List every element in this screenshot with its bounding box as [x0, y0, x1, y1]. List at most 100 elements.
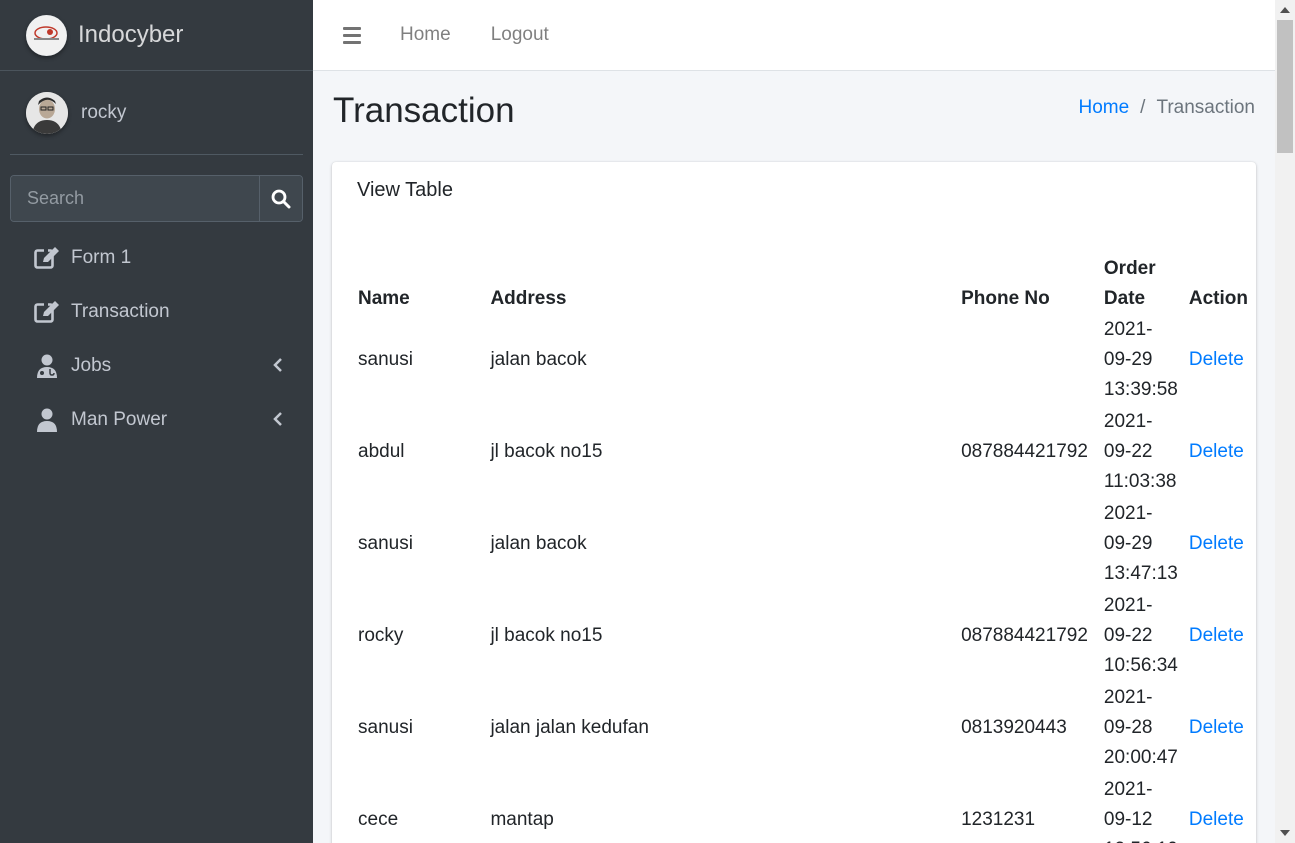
cell-address: jl bacok no15	[490, 625, 603, 646]
cell-order-date-line1: 2021-	[1103, 595, 1153, 616]
cell-order-date-line3: 13:47:13	[1103, 563, 1178, 584]
cell-phone: 087884421792	[961, 441, 1088, 462]
cell-order-date-line3: 13:39:58	[1103, 379, 1178, 400]
scrollbar-thumb[interactable]	[1277, 20, 1293, 153]
delete-link[interactable]: Delete	[1189, 349, 1244, 370]
scroll-up-arrow-icon[interactable]	[1280, 7, 1290, 13]
column-header-phone: Phone No	[961, 288, 1050, 309]
column-header-order-date-line1: Order	[1103, 258, 1156, 279]
sidebar-nav: Form 1 Transaction Jobs Man Power	[0, 231, 313, 447]
cell-order-date-line3: 20:00:47	[1103, 747, 1178, 768]
table-row: sanusi jalan bacok 2021- 09-29 13:47:13 …	[350, 498, 1256, 590]
card-title: View Table	[357, 179, 453, 201]
cell-order-date-line2: 09-28	[1103, 717, 1153, 738]
brand-logo-icon	[26, 14, 67, 56]
column-header-action: Action	[1188, 288, 1248, 309]
table-row: sanusi jalan bacok 2021- 09-29 13:39:58 …	[350, 314, 1256, 406]
cell-order-date-line2: 09-12	[1103, 809, 1153, 830]
sidebar-item-label: Jobs	[71, 355, 112, 376]
delete-link[interactable]: Delete	[1189, 717, 1244, 738]
breadcrumb-home-link[interactable]: Home	[1078, 97, 1129, 119]
search-icon	[271, 189, 291, 208]
cell-order-date: 2021- 09-22 11:03:38	[1096, 406, 1181, 498]
user-doctor-icon	[34, 353, 60, 379]
cell-order-date-line3: 10:56:34	[1103, 655, 1178, 676]
top-navbar: Home Logout	[313, 0, 1275, 71]
sidebar-search	[10, 175, 303, 222]
delete-link[interactable]: Delete	[1189, 533, 1244, 554]
table-row: rocky jl bacok no15 087884421792 2021- 0…	[350, 590, 1256, 682]
cell-address: jalan bacok	[490, 349, 587, 370]
cell-name: abdul	[358, 441, 405, 462]
cell-order-date: 2021- 09-29 13:47:13	[1096, 498, 1181, 590]
column-header-order-date-line2: Date	[1103, 288, 1146, 309]
cell-name: cece	[358, 809, 399, 830]
nav-logout-link[interactable]: Logout	[491, 24, 549, 46]
cell-phone	[953, 314, 1096, 406]
breadcrumb-current: Transaction	[1156, 97, 1255, 118]
cell-phone: 1231231	[961, 809, 1036, 830]
search-button[interactable]	[259, 176, 302, 221]
cell-order-date-line2: 09-22	[1103, 625, 1153, 646]
delete-link[interactable]: Delete	[1189, 809, 1244, 830]
sidebar-item-jobs[interactable]: Jobs	[0, 339, 313, 393]
cell-order-date-line1: 2021-	[1103, 411, 1153, 432]
user-panel: rocky	[10, 71, 303, 155]
cell-order-date: 2021- 09-28 20:00:47	[1096, 682, 1181, 774]
table-card: View Table Name Address Phone No Order D…	[332, 162, 1256, 843]
cell-address: mantap	[490, 809, 554, 830]
cell-name: sanusi	[358, 717, 413, 738]
table-header-row: Name Address Phone No Order Date Action	[350, 242, 1256, 314]
cell-name: rocky	[358, 625, 404, 646]
scroll-down-arrow-icon[interactable]	[1280, 830, 1290, 836]
chevron-left-icon	[273, 412, 282, 426]
page-title: Transaction	[333, 91, 515, 130]
user-icon	[34, 407, 60, 433]
sidebar-item-label: Form 1	[71, 247, 132, 268]
menu-toggle-icon[interactable]	[343, 26, 361, 44]
sidebar-item-label: Transaction	[71, 301, 170, 322]
sidebar: Indocyber rocky Search Form 1 Transactio…	[0, 0, 313, 843]
cell-order-date-line3: 12:56:10	[1104, 835, 1178, 843]
cell-order-date-line2: 09-22	[1103, 441, 1153, 462]
transaction-table: Name Address Phone No Order Date Action …	[350, 242, 1256, 843]
cell-name: sanusi	[358, 349, 413, 370]
cell-address: jl bacok no15	[490, 441, 603, 462]
page-scrollbar[interactable]	[1275, 0, 1295, 843]
cell-name: sanusi	[358, 533, 413, 554]
sidebar-item-transaction[interactable]: Transaction	[0, 285, 313, 339]
cell-order-date: 2021- 09-12 12:56:10	[1096, 774, 1181, 843]
cell-phone: 087884421792	[961, 625, 1088, 646]
brand-text: Indocyber	[78, 21, 184, 48]
cell-order-date-line2: 09-29	[1103, 533, 1153, 554]
cell-address: jalan jalan kedufan	[490, 717, 649, 738]
cell-order-date-line3: 11:03:38	[1103, 471, 1177, 492]
cell-order-date-line1: 2021-	[1103, 319, 1153, 340]
sidebar-item-man-power[interactable]: Man Power	[0, 393, 313, 447]
column-header-name: Name	[358, 288, 410, 309]
cell-phone	[953, 498, 1096, 590]
table-row: abdul jl bacok no15 087884421792 2021- 0…	[350, 406, 1256, 498]
cell-order-date-line2: 09-29	[1103, 349, 1153, 370]
nav-home-link[interactable]: Home	[400, 24, 451, 46]
search-input[interactable]	[11, 176, 259, 221]
cell-order-date: 2021- 09-22 10:56:34	[1096, 590, 1181, 682]
sidebar-item-label: Man Power	[71, 409, 168, 430]
edit-icon	[34, 299, 60, 325]
sidebar-item-form-1[interactable]: Form 1	[0, 231, 313, 285]
cell-order-date-line1: 2021-	[1103, 687, 1153, 708]
chevron-left-icon	[273, 358, 282, 372]
avatar[interactable]	[26, 91, 68, 134]
edit-icon	[34, 245, 60, 271]
delete-link[interactable]: Delete	[1189, 441, 1244, 462]
brand-link[interactable]: Indocyber	[0, 0, 313, 71]
cell-order-date-line1: 2021-	[1103, 503, 1153, 524]
column-header-order-date: Order Date	[1096, 242, 1181, 314]
user-name[interactable]: rocky	[81, 102, 126, 124]
breadcrumb: Home / Transaction	[1078, 97, 1255, 119]
cell-phone: 0813920443	[961, 717, 1067, 738]
cell-order-date: 2021- 09-29 13:39:58	[1096, 314, 1181, 406]
column-header-address: Address	[490, 288, 567, 309]
cell-address: jalan bacok	[490, 533, 587, 554]
delete-link[interactable]: Delete	[1189, 625, 1244, 646]
